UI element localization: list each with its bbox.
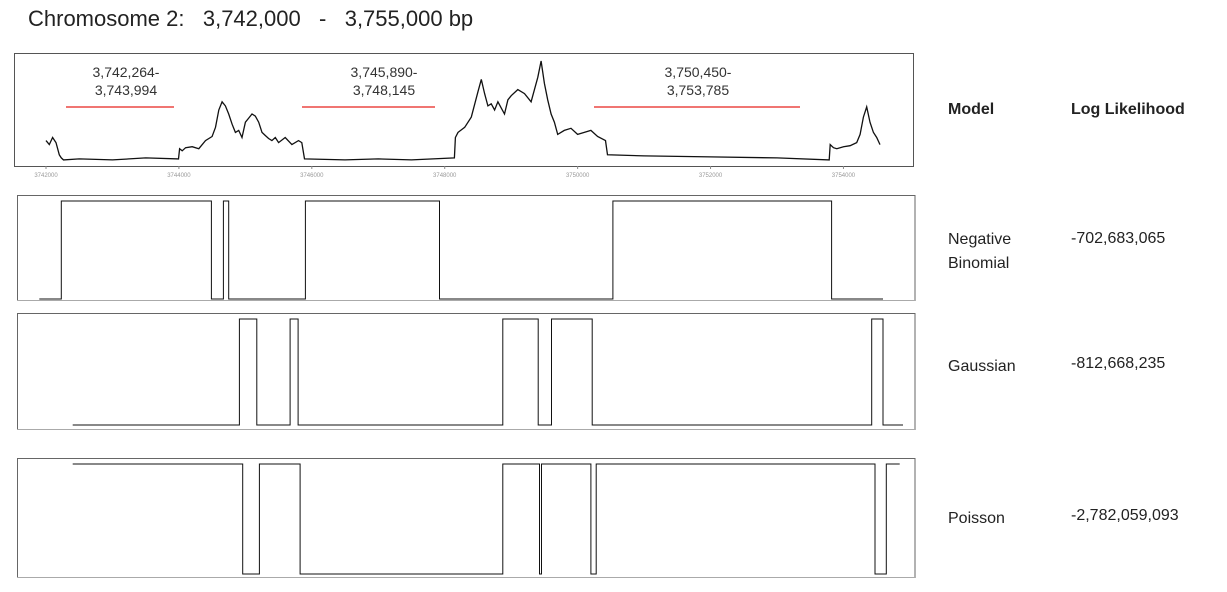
range-annotation-label: 3,742,264-	[93, 64, 160, 80]
x-tick-label: 3746000	[300, 173, 324, 179]
x-tick-label: 3752000	[699, 173, 723, 179]
x-tick-label: 3750000	[566, 173, 590, 179]
x-tick-label: 3754000	[832, 173, 856, 179]
annotation-group: 3,742,264- 3,743,994 3,745,890- 3,748,145 3,…	[66, 64, 800, 108]
log-likelihood-negative-binomial: -702,683,065	[1071, 230, 1166, 247]
gaussian-state-chart	[17, 313, 916, 430]
model-name-negative-binomial: Negative Binomial	[948, 231, 1012, 272]
coverage-line	[45, 60, 881, 161]
model-name-gaussian: Gaussian	[948, 358, 1016, 375]
state-path	[39, 200, 883, 300]
range-annotation-label: 3,750,450-	[665, 64, 732, 80]
x-tick-label: 3744000	[167, 173, 191, 179]
log-likelihood-column-header: Log Likelihood	[1071, 101, 1185, 118]
range-annotation-label: 3,745,890-	[351, 64, 418, 80]
x-tick-label: 3742000	[34, 173, 58, 179]
negative-binomial-state-chart	[17, 195, 916, 301]
x-tick-label: 3748000	[433, 173, 457, 179]
log-likelihood-gaussian: -812,668,235	[1071, 355, 1166, 372]
log-likelihood-poisson: -2,782,059,093	[1071, 507, 1179, 524]
x-axis-ticks: 3742000 3744000 3746000 3748000 3750000 37520…	[34, 166, 856, 179]
state-path	[72, 463, 900, 575]
state-path	[72, 318, 903, 426]
range-annotation-label: 3,743,994	[95, 82, 157, 98]
model-name-poisson: Poisson	[948, 510, 1005, 527]
range-annotation-label: 3,748,145	[353, 82, 415, 98]
poisson-state-chart	[17, 458, 916, 578]
coverage-chart: 3,742,264- 3,743,994 3,745,890- 3,748,145 3,…	[14, 53, 914, 179]
range-annotation-label: 3,753,785	[667, 82, 729, 98]
model-column-header: Model	[948, 101, 995, 118]
page-title: Chromosome 2: 3,742,000 - 3,755,000 bp	[28, 6, 474, 31]
